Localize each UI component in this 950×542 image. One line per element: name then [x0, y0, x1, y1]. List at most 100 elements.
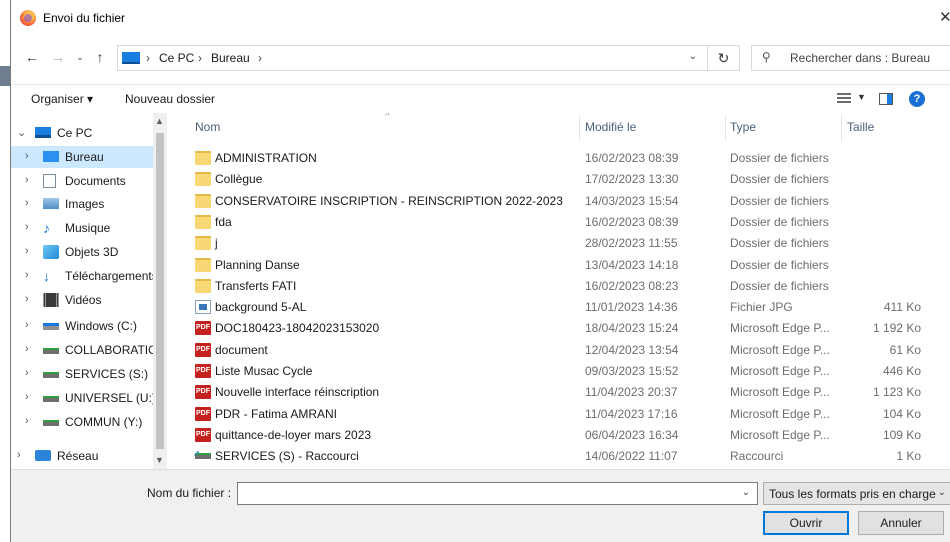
column-divider[interactable]	[579, 115, 580, 141]
collapsed-chevron-icon[interactable]: ›	[25, 319, 29, 331]
column-header-modified[interactable]: Modifié le	[585, 120, 636, 134]
file-name: PDR - Fatima AMRANI	[215, 406, 338, 421]
back-arrow-icon[interactable]: ←	[23, 48, 41, 66]
collapsed-chevron-icon[interactable]: ›	[25, 293, 29, 305]
file-row[interactable]: background 5-AL 11/01/2023 14:36 Fichier J…	[181, 296, 950, 318]
filename-combobox[interactable]: ⌄	[237, 482, 758, 505]
file-row[interactable]: Planning Danse 13/04/2023 14:18 Dossier de…	[181, 254, 950, 276]
file-row[interactable]: PDF Liste Musac Cycle 09/03/2023 15:52 Micr…	[181, 360, 950, 382]
background-strip	[0, 66, 10, 86]
refresh-icon[interactable]: ↻	[708, 45, 740, 71]
nav-item-downloads[interactable]: › ↓ Téléchargements	[11, 265, 158, 287]
search-input[interactable]	[790, 50, 950, 66]
close-icon[interactable]: ✕	[939, 6, 950, 30]
collapsed-chevron-icon[interactable]: ›	[25, 245, 29, 257]
collapsed-chevron-icon[interactable]: ›	[25, 415, 29, 427]
file-size: 446 Ko	[882, 364, 921, 378]
nav-item-label: Vidéos	[65, 293, 102, 307]
collapsed-chevron-icon[interactable]: ›	[25, 367, 29, 379]
file-size: 61 Ko	[889, 342, 921, 357]
nav-item-videos[interactable]: › Vidéos	[11, 289, 153, 311]
nav-item-collaboration-drive[interactable]: › COLLABORATIO	[11, 339, 157, 361]
scrollbar-thumb[interactable]	[156, 133, 164, 449]
network-drive-icon	[43, 396, 59, 402]
file-row[interactable]: PDF document 12/04/2023 13:54 Microsoft Edg…	[181, 339, 950, 361]
organize-menu-button[interactable]: Organiser ▾	[31, 92, 93, 106]
open-button[interactable]: Ouvrir	[763, 511, 849, 535]
file-row[interactable]: Transferts FATI 16/02/2023 08:23 Dossier d…	[181, 275, 950, 297]
file-type: Dossier de fichiers	[730, 278, 829, 293]
file-row[interactable]: SERVICES (S) - Raccourci 14/06/2022 11:07…	[181, 445, 950, 467]
nav-item-network[interactable]: › Réseau	[11, 445, 153, 467]
nav-item-this-pc[interactable]: ⌄ Ce PC	[11, 122, 153, 144]
nav-item-label: COLLABORATIO	[65, 343, 158, 357]
filename-input[interactable]	[242, 486, 722, 501]
file-type-filter[interactable]: Tous les formats pris en charge ⌄	[763, 482, 950, 505]
file-modified-date: 17/02/2023 13:30	[585, 172, 679, 187]
file-modified-date: 18/04/2023 15:24	[585, 321, 679, 336]
nav-item-universel-drive[interactable]: › UNIVERSEL (U:)	[11, 387, 156, 409]
cancel-button[interactable]: Annuler	[858, 511, 944, 535]
nav-item-desktop[interactable]: › Bureau	[11, 146, 153, 168]
file-modified-date: 11/04/2023 20:37	[585, 385, 678, 400]
file-row[interactable]: ADMINISTRATION 16/02/2023 08:39 Dossier de…	[181, 147, 950, 169]
new-folder-button[interactable]: Nouveau dossier	[125, 92, 215, 106]
nav-item-windows-drive[interactable]: › Windows (C:)	[11, 315, 153, 337]
address-bar[interactable]: › Ce PC › Bureau › ⌄	[117, 45, 708, 71]
column-divider[interactable]	[841, 115, 842, 141]
collapsed-chevron-icon[interactable]: ›	[25, 174, 29, 186]
preview-pane-icon[interactable]	[879, 93, 893, 105]
file-row[interactable]: Collègue 17/02/2023 13:30 Dossier de fichi…	[181, 168, 950, 190]
column-header-type[interactable]: Type	[730, 120, 756, 134]
collapsed-chevron-icon[interactable]: ›	[25, 391, 29, 403]
breadcrumb-this-pc[interactable]: Ce PC	[159, 51, 194, 65]
file-row[interactable]: PDF PDR - Fatima AMRANI 11/04/2023 17:16 Mi…	[181, 403, 950, 425]
collapsed-chevron-icon[interactable]: ›	[17, 449, 21, 461]
help-icon[interactable]: ?	[909, 91, 925, 107]
address-dropdown-icon[interactable]: ⌄	[689, 51, 697, 62]
navigation-scrollbar[interactable]: ▲ ▼	[153, 113, 167, 469]
file-row[interactable]: CONSERVATOIRE INSCRIPTION - REINSCRIPTIO…	[181, 190, 950, 212]
dialog-title: Envoi du fichier	[43, 11, 126, 25]
expanded-chevron-icon[interactable]: ⌄	[17, 126, 26, 139]
search-box[interactable]: ⚲	[751, 45, 950, 71]
column-header-size[interactable]: Taille	[847, 120, 874, 134]
column-divider[interactable]	[725, 115, 726, 141]
nav-item-commun-drive[interactable]: › COMMUN (Y:)	[11, 411, 153, 433]
navigation-pane: ⌄ Ce PC › Bureau › Documents › Images › …	[11, 113, 167, 469]
file-size: 1 123 Ko	[872, 385, 921, 400]
collapsed-chevron-icon[interactable]: ›	[25, 150, 29, 162]
file-type: Microsoft Edge P...	[730, 427, 830, 442]
nav-item-music[interactable]: › ♪ Musique	[11, 217, 153, 239]
collapsed-chevron-icon[interactable]: ›	[25, 343, 29, 355]
file-row[interactable]: PDF quittance-de-loyer mars 2023 06/04/202…	[181, 424, 950, 446]
nav-item-documents[interactable]: › Documents	[11, 170, 153, 192]
filename-label: Nom du fichier :	[147, 486, 232, 500]
collapsed-chevron-icon[interactable]: ›	[25, 221, 29, 233]
file-modified-date: 09/03/2023 15:52	[585, 364, 679, 378]
desktop-icon	[43, 151, 59, 162]
column-header-name[interactable]: Nom	[195, 120, 220, 134]
file-row[interactable]: j 28/02/2023 11:55 Dossier de fichiers	[181, 232, 950, 254]
view-dropdown-icon[interactable]: ▼	[857, 92, 866, 102]
collapsed-chevron-icon[interactable]: ›	[25, 197, 29, 209]
filename-dropdown-icon[interactable]: ⌄	[742, 487, 750, 498]
recent-locations-chevron-icon[interactable]: ⌄	[71, 48, 89, 66]
file-row[interactable]: PDF DOC180423-18042023153020 18/04/2023 15…	[181, 317, 950, 339]
nav-item-3d-objects[interactable]: › Objets 3D	[11, 241, 153, 263]
nav-item-label: Téléchargements	[65, 269, 158, 283]
scroll-down-icon[interactable]: ▼	[155, 455, 164, 465]
file-upload-dialog: Envoi du fichier ✕ ← → ⌄ ↑ › Ce PC › Bur…	[10, 0, 950, 542]
up-arrow-icon[interactable]: ↑	[91, 48, 109, 66]
file-type: Microsoft Edge P...	[730, 364, 830, 378]
scroll-up-icon[interactable]: ▲	[155, 116, 164, 126]
file-row[interactable]: PDF Nouvelle interface réinscription 11/04…	[181, 381, 950, 403]
forward-arrow-icon[interactable]: →	[49, 48, 67, 66]
file-row[interactable]: fda 16/02/2023 08:39 Dossier de fichiers	[181, 211, 950, 233]
nav-item-services-drive[interactable]: › SERVICES (S:)	[11, 363, 153, 385]
collapsed-chevron-icon[interactable]: ›	[25, 269, 29, 281]
nav-item-images[interactable]: › Images	[11, 193, 153, 215]
file-size: 411 Ko	[883, 300, 921, 315]
view-options-icon[interactable]	[837, 93, 851, 104]
breadcrumb-desktop[interactable]: Bureau	[211, 51, 250, 65]
